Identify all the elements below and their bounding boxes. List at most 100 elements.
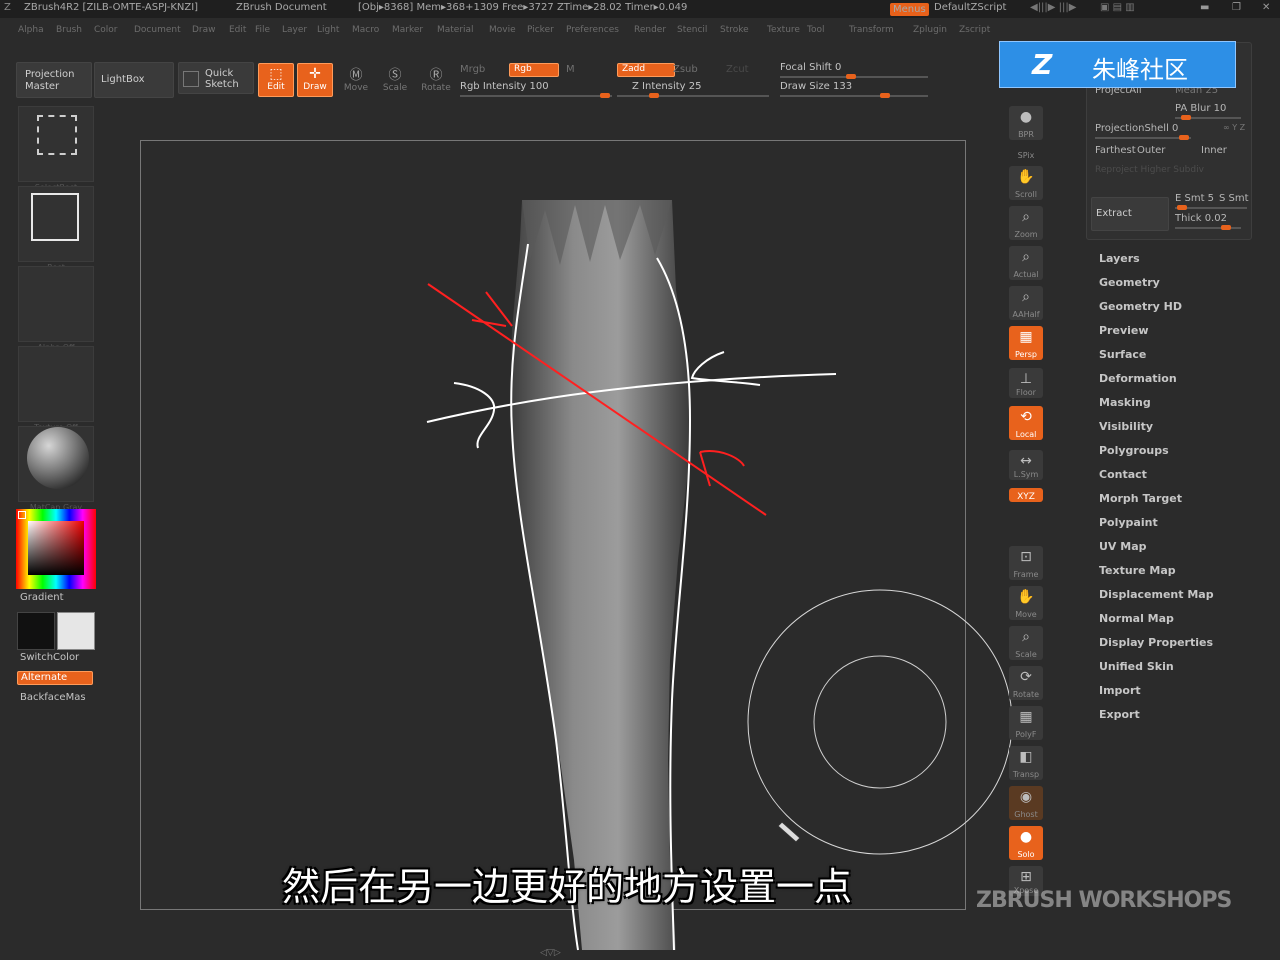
tool-menu-display-properties[interactable]: Display Properties — [1099, 636, 1213, 649]
zoom-button[interactable]: ⌕ Zoom — [1009, 206, 1043, 240]
zoom-icon: ⌕ — [1022, 209, 1030, 225]
reproject-higher-subdiv-button[interactable]: Reproject Higher Subdiv — [1095, 165, 1204, 175]
ghost-button[interactable]: ◉ Ghost — [1009, 786, 1043, 820]
ghost-label: Ghost — [1014, 810, 1038, 819]
scale-label: Scale — [1015, 650, 1037, 659]
xyz-axis-icon[interactable]: ∞ Y Z — [1223, 123, 1245, 132]
xyz-button[interactable]: XYZ — [1009, 488, 1043, 502]
tool-menu-morph-target[interactable]: Morph Target — [1099, 492, 1182, 505]
tool-menu-import[interactable]: Import — [1099, 684, 1141, 697]
tool-menu-layers[interactable]: Layers — [1099, 252, 1140, 265]
spix-button[interactable]: SPix — [1009, 146, 1043, 160]
l-sym-label: L.Sym — [1013, 470, 1039, 479]
local-button[interactable]: ⟲ Local — [1009, 406, 1043, 440]
bottom-collapse-icon[interactable]: ◁▽▷ — [540, 948, 561, 958]
scroll-icon: ✋ — [1017, 169, 1035, 185]
smt-track[interactable] — [1175, 205, 1247, 210]
tool-menu-surface[interactable]: Surface — [1099, 348, 1146, 361]
scale-button[interactable]: ⌕ Scale — [1009, 626, 1043, 660]
rotate-label: Rotate — [1012, 690, 1040, 699]
frame-button[interactable]: ⊡ Frame — [1009, 546, 1043, 580]
tool-menu-unified-skin[interactable]: Unified Skin — [1099, 660, 1174, 673]
red-arrow-lower — [699, 450, 745, 487]
polyf-icon: ▦ — [1019, 709, 1033, 725]
pa-blur-slider[interactable]: PA Blur 10 — [1175, 103, 1226, 114]
move-icon: ✋ — [1017, 589, 1035, 605]
xpose-icon: ⊞ — [1020, 869, 1032, 885]
frame-icon: ⊡ — [1020, 549, 1032, 565]
scroll-label: Scroll — [1015, 190, 1037, 199]
local-icon: ⟲ — [1020, 409, 1032, 425]
persp-button[interactable]: ▦ Persp — [1009, 326, 1043, 360]
move-label: Move — [1015, 610, 1037, 619]
tool-menu-export[interactable]: Export — [1099, 708, 1140, 721]
thick-track[interactable] — [1175, 225, 1241, 230]
zbrush-workshops-logo: ZBRUSH WORKSHOPS — [976, 888, 1232, 913]
solo-icon: ● — [1019, 829, 1033, 845]
actual-button[interactable]: ⌕ Actual — [1009, 246, 1043, 280]
projection-shell-slider[interactable]: ProjectionShell 0 — [1095, 123, 1178, 134]
ghost-icon: ◉ — [1019, 789, 1033, 805]
frame-label: Frame — [1013, 570, 1039, 579]
aahalf-button[interactable]: ⌕ AAHalf — [1009, 286, 1043, 320]
l-sym-icon: ↔ — [1020, 453, 1032, 469]
tool-menu-geometry-hd[interactable]: Geometry HD — [1099, 300, 1182, 313]
rotate-button[interactable]: ⟳ Rotate — [1009, 666, 1043, 700]
video-subtitle: 然后在另一边更好的地方设置一点 — [282, 865, 853, 909]
aahalf-icon: ⌕ — [1022, 289, 1030, 305]
tool-menu-contact[interactable]: Contact — [1099, 468, 1147, 481]
e-smt-slider[interactable]: E Smt 5 — [1175, 193, 1214, 204]
xyz-label: XYZ — [1017, 492, 1035, 502]
solo-button[interactable]: ● Solo — [1009, 826, 1043, 860]
thick-slider[interactable]: Thick 0.02 — [1175, 213, 1227, 224]
pa-blur-track[interactable] — [1175, 115, 1241, 120]
farthest-button[interactable]: Farthest — [1095, 145, 1136, 156]
tool-menu-deformation[interactable]: Deformation — [1099, 372, 1177, 385]
solo-label: Solo — [1017, 850, 1035, 859]
inner-button[interactable]: Inner — [1201, 145, 1227, 156]
tool-menu-uv-map[interactable]: UV Map — [1099, 540, 1147, 553]
tool-menu-geometry[interactable]: Geometry — [1099, 276, 1160, 289]
polyf-label: PolyF — [1015, 730, 1037, 739]
floor-button[interactable]: ⊥ Floor — [1009, 368, 1043, 398]
tool-menu-masking[interactable]: Masking — [1099, 396, 1151, 409]
scroll-button[interactable]: ✋ Scroll — [1009, 166, 1043, 200]
actual-label: Actual — [1013, 270, 1039, 279]
extract-button[interactable]: Extract — [1091, 197, 1169, 231]
move-button[interactable]: ✋ Move — [1009, 586, 1043, 620]
actual-icon: ⌕ — [1022, 249, 1030, 265]
rotate-icon: ⟳ — [1020, 669, 1032, 685]
tool-menu-visibility[interactable]: Visibility — [1099, 420, 1153, 433]
tool-menu-preview[interactable]: Preview — [1099, 324, 1149, 337]
bpr-button[interactable]: ● BPR — [1009, 106, 1043, 140]
tool-menu-polygroups[interactable]: Polygroups — [1099, 444, 1169, 457]
bpr-icon: ● — [1019, 109, 1033, 125]
l-sym-button[interactable]: ↔ L.Sym — [1009, 450, 1043, 480]
floor-icon: ⊥ — [1019, 371, 1033, 387]
polyf-button[interactable]: ▦ PolyF — [1009, 706, 1043, 740]
red-arrow-upper — [471, 291, 513, 327]
tool-menu-displacement-map[interactable]: Displacement Map — [1099, 588, 1214, 601]
s-smt-slider[interactable]: S Smt — [1219, 193, 1249, 204]
leg-mesh — [510, 200, 690, 950]
transp-button[interactable]: ◧ Transp — [1009, 746, 1043, 780]
brush-cursor-outer — [747, 589, 1013, 855]
spix-label: SPix — [1017, 151, 1035, 160]
brush-cursor-inner — [813, 655, 947, 789]
transp-label: Transp — [1012, 770, 1040, 779]
tool-menu-texture-map[interactable]: Texture Map — [1099, 564, 1176, 577]
projection-shell-track[interactable] — [1095, 135, 1191, 140]
transp-icon: ◧ — [1019, 749, 1033, 765]
scale-icon: ⌕ — [1022, 629, 1030, 645]
zhufeng-logo-icon: Z — [1032, 48, 1053, 81]
community-watermark: Z 朱峰社区 — [999, 41, 1236, 88]
tool-menu-polypaint[interactable]: Polypaint — [1099, 516, 1158, 529]
persp-label: Persp — [1015, 350, 1037, 359]
aahalf-label: AAHalf — [1012, 310, 1040, 319]
floor-label: Floor — [1016, 388, 1036, 397]
persp-icon: ▦ — [1019, 329, 1033, 345]
outer-button[interactable]: Outer — [1137, 145, 1165, 156]
tool-menu-normal-map[interactable]: Normal Map — [1099, 612, 1174, 625]
zoom-label: Zoom — [1014, 230, 1038, 239]
local-label: Local — [1015, 430, 1037, 439]
